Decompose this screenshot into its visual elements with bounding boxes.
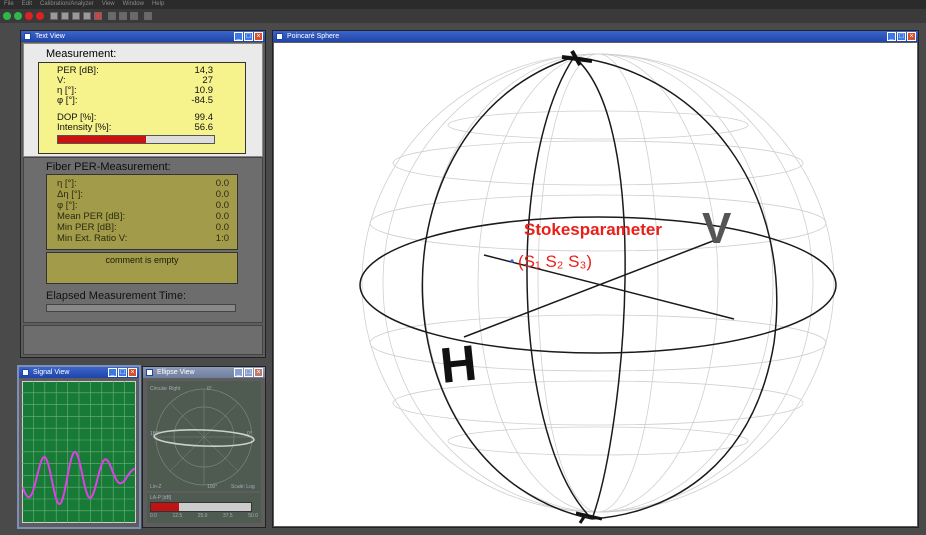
maximize-button[interactable]: □ — [244, 32, 253, 41]
measurement-row: Intensity [%]: 56.6 — [57, 122, 213, 133]
poincare-title: Poincaré Sphere — [287, 33, 340, 40]
maximize-button[interactable]: □ — [118, 368, 127, 377]
ellipse-view-titlebar[interactable]: Ellipse View _ □ × — [143, 367, 265, 378]
ellipse-top-mid: 0° — [207, 386, 212, 392]
fiber-area: Fiber PER-Measurement: η [°]: 0.0 Δη [°]:… — [23, 157, 263, 323]
fiber-row: φ [°]: 0.0 — [57, 200, 229, 211]
close-button[interactable]: × — [254, 32, 263, 41]
meridian-left — [421, 56, 593, 520]
signal-view-window: Signal View _ □ × — [17, 365, 141, 529]
measurement-area: Measurement: PER [dB]: 14,3 V: 27 η [°]: 10… — [23, 43, 263, 157]
ellipse-bottom-right: Scale: Log — [231, 484, 255, 490]
open-icon[interactable] — [61, 12, 69, 20]
menu-bar: File Edit Calibration/Analyzer View Window He… — [0, 0, 926, 9]
sphere-great-circles — [359, 56, 837, 520]
help-icon[interactable] — [144, 12, 152, 20]
maximize-button[interactable]: □ — [897, 32, 906, 41]
minimize-button[interactable]: _ — [887, 32, 896, 41]
measurement-panel: PER [dB]: 14,3 V: 27 η [°]: 10.9 φ [°]: -84.… — [38, 62, 246, 154]
meridian-front — [573, 56, 626, 520]
measurement-row: φ [°]: -84.5 — [57, 95, 213, 106]
stokes-point — [510, 259, 514, 263]
fiber-row: Δη [°]: 0.0 — [57, 189, 229, 200]
elapsed-title: Elapsed Measurement Time: — [46, 290, 187, 302]
pause-icon[interactable] — [36, 12, 44, 20]
ellipse-view-title: Ellipse View — [157, 369, 195, 376]
poincare-titlebar[interactable]: Poincaré Sphere _ □ × — [273, 31, 918, 42]
status-area — [23, 325, 263, 355]
marker-v: V — [702, 204, 732, 253]
comment-text: comment is empty — [105, 255, 179, 265]
per-panel: LA-P [dB] 0.0 12.5 25.0 37.5 50.0 — [147, 493, 261, 523]
settings-icon[interactable] — [83, 12, 91, 20]
per-bar-fill — [151, 503, 179, 511]
chart-icon[interactable] — [94, 12, 102, 20]
poincare-sphere: H V Stokesparameter (S₁ S₂ S₃) — [359, 50, 837, 524]
signal-view-titlebar[interactable]: Signal View _ □ × — [19, 367, 139, 378]
window-icon — [146, 369, 153, 376]
menu-item-0[interactable]: File — [4, 1, 14, 7]
minimize-button[interactable]: _ — [234, 32, 243, 41]
menu-item-3[interactable]: View — [102, 1, 115, 7]
window-icon — [276, 33, 283, 40]
save-icon[interactable] — [50, 12, 58, 20]
north-pole-marker — [561, 50, 593, 66]
meridian-right — [573, 56, 778, 520]
fiber-row: η [°]: 0.0 — [57, 178, 229, 189]
comment-box[interactable]: comment is empty — [46, 252, 238, 284]
ellipse-right-axis: 0° — [247, 431, 252, 437]
stop-icon[interactable] — [25, 12, 33, 20]
per-label: LA-P [dB] — [150, 495, 172, 501]
text-view-window: Text View _ □ × Measurement: PER [dB]: 14… — [20, 30, 266, 358]
config-icon[interactable] — [130, 12, 138, 20]
menu-item-4[interactable]: Window — [123, 1, 144, 7]
meridian-back — [526, 56, 593, 520]
menu-item-5[interactable]: Help — [152, 1, 164, 7]
ellipse-plot: Circular Right 0° 180° 0° Lin-Z 100° Sca… — [147, 381, 261, 491]
fiber-row: Mean PER [dB]: 0.0 — [57, 211, 229, 222]
record-icon[interactable] — [3, 12, 11, 20]
text-view-title: Text View — [35, 33, 65, 40]
window-icon — [22, 369, 29, 376]
fiber-title: Fiber PER-Measurement: — [46, 161, 171, 173]
fiber-panel: η [°]: 0.0 Δη [°]: 0.0 φ [°]: 0.0 Mean PER … — [46, 174, 238, 250]
close-button[interactable]: × — [907, 32, 916, 41]
elapsed-progress — [46, 304, 236, 312]
stokes-label-line2: (S₁ S₂ S₃) — [518, 252, 592, 271]
signal-view-title: Signal View — [33, 369, 70, 376]
ellipse-bottom-mid: 100° — [207, 484, 217, 490]
poincare-canvas[interactable]: H V Stokesparameter (S₁ S₂ S₃) — [274, 43, 917, 526]
per-bar — [150, 502, 252, 512]
ellipse-bottom-left: Lin-Z — [150, 484, 161, 490]
print-icon[interactable] — [72, 12, 80, 20]
ellipse-view-window: Ellipse View _ □ × Circular Right 0° 180… — [142, 366, 266, 528]
play-icon[interactable] — [14, 12, 22, 20]
fiber-row: Min PER [dB]: 0.0 — [57, 222, 229, 233]
ellipse-top-left: Circular Right — [150, 386, 181, 392]
table-icon[interactable] — [119, 12, 127, 20]
ellipse-left-axis: 180° — [150, 431, 160, 437]
maximize-button[interactable]: □ — [244, 368, 253, 377]
stokes-label-line1: Stokesparameter — [524, 220, 662, 239]
minimize-button[interactable]: _ — [108, 368, 117, 377]
menu-item-1[interactable]: Edit — [22, 1, 32, 7]
close-button[interactable]: × — [254, 368, 263, 377]
text-view-titlebar[interactable]: Text View _ □ × — [21, 31, 265, 42]
toolbar — [0, 9, 926, 23]
marker-h: H — [437, 334, 479, 393]
intensity-bar-fill — [58, 136, 147, 143]
intensity-bar — [57, 135, 215, 144]
menu-item-2[interactable]: Calibration/Analyzer — [40, 1, 94, 7]
window-icon — [24, 33, 31, 40]
grid-icon[interactable] — [108, 12, 116, 20]
poincare-window: Poincaré Sphere _ □ × H V Stokesparamete… — [272, 30, 919, 528]
signal-plot — [22, 381, 136, 523]
measurement-title: Measurement: — [46, 48, 117, 60]
per-scale: 0.0 12.5 25.0 37.5 50.0 — [150, 513, 258, 519]
minimize-button[interactable]: _ — [234, 368, 243, 377]
close-button[interactable]: × — [128, 368, 137, 377]
fiber-row: Min Ext. Ratio V: 1:0 — [57, 233, 229, 244]
sphere-grid — [361, 53, 835, 513]
